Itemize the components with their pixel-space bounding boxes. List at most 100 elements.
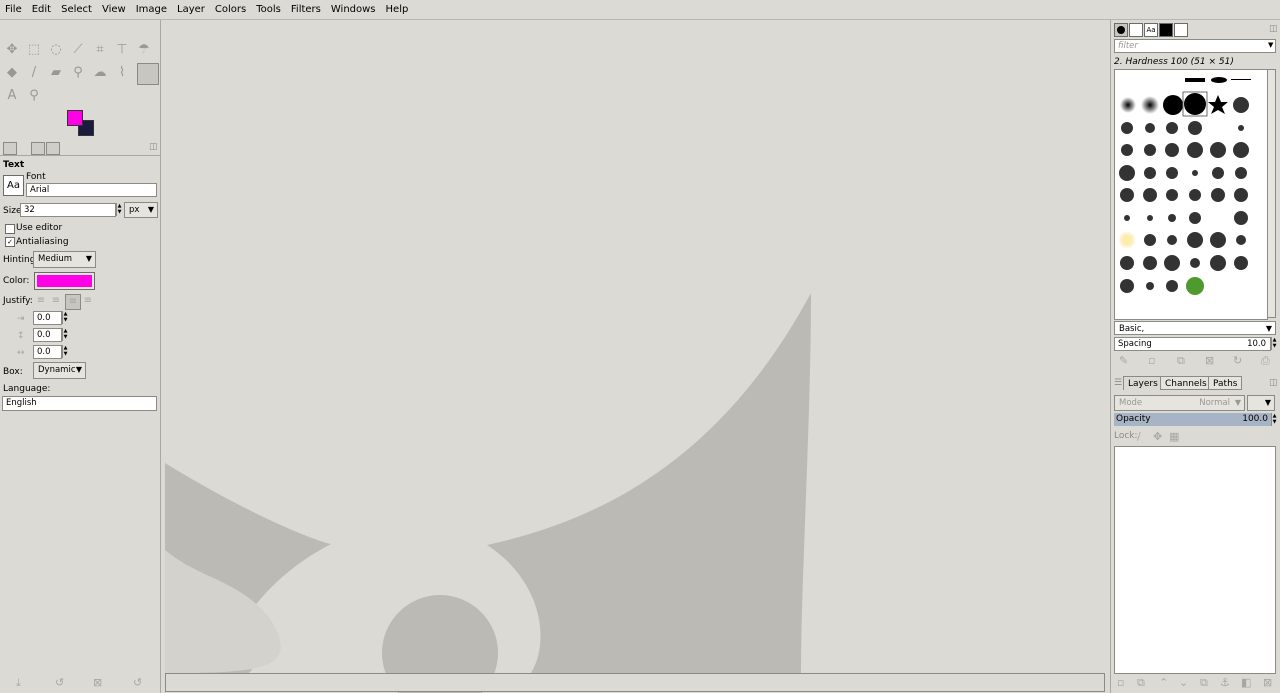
text-tool-icon[interactable] bbox=[137, 63, 159, 85]
menu-view[interactable]: View bbox=[97, 0, 131, 19]
size-stepper[interactable]: ▲ ▼ bbox=[116, 203, 122, 216]
menu-windows[interactable]: Windows bbox=[326, 0, 381, 19]
anchor-layer-icon[interactable]: ⚓ bbox=[1220, 676, 1230, 689]
justify-fill-icon[interactable]: ≡ bbox=[81, 294, 95, 308]
paths-tool-icon[interactable]: ⌇ bbox=[113, 64, 131, 82]
save-options-icon[interactable]: ⤓ bbox=[16, 676, 21, 690]
fuzzy-select-tool-icon[interactable]: ⟋ bbox=[69, 41, 87, 59]
tab-channels[interactable]: Channels bbox=[1160, 376, 1212, 390]
brushes-panel-menu-icon[interactable]: ◫ bbox=[1269, 24, 1278, 34]
tab-undo-history[interactable] bbox=[46, 142, 60, 155]
spacing-stepper[interactable]: ▲ ▼ bbox=[1271, 337, 1277, 350]
lower-layer-icon[interactable]: ⌄ bbox=[1179, 676, 1188, 689]
lock-alpha-icon[interactable]: ▦ bbox=[1169, 430, 1179, 443]
tab-layers[interactable]: Layers bbox=[1123, 376, 1163, 390]
tab-document-history[interactable] bbox=[1159, 23, 1173, 37]
menu-edit[interactable]: Edit bbox=[27, 0, 56, 19]
antialiasing-checkbox[interactable]: ✓ bbox=[5, 237, 15, 247]
right-dock: Aa ◫ filter ▼ 2. Hardness 100 (51 × 51) bbox=[1110, 20, 1280, 693]
letter-spacing-stepper[interactable]: ▲ ▼ bbox=[62, 345, 68, 358]
menu-image[interactable]: Image bbox=[131, 0, 172, 19]
eraser-tool-icon[interactable]: ▰ bbox=[47, 64, 65, 82]
box-select[interactable]: Dynamic ▼ bbox=[33, 362, 86, 379]
layer-mask-icon[interactable]: ◧ bbox=[1241, 676, 1251, 689]
font-preview-button[interactable]: Aa bbox=[3, 175, 24, 196]
restore-options-icon[interactable]: ↺ bbox=[55, 676, 64, 689]
justify-left-icon[interactable]: ≡ bbox=[34, 294, 48, 308]
delete-options-icon[interactable]: ⊠ bbox=[93, 676, 102, 689]
menu-colors[interactable]: Colors bbox=[210, 0, 251, 19]
rect-select-tool-icon[interactable]: ⬚ bbox=[25, 41, 43, 59]
new-layer-icon[interactable]: ▫ bbox=[1117, 676, 1124, 689]
brush-tag-input[interactable]: Basic, ▼ bbox=[1114, 321, 1276, 335]
size-input[interactable]: 32 bbox=[20, 203, 116, 217]
bucket-fill-tool-icon[interactable]: ◆ bbox=[3, 64, 21, 82]
menu-tools[interactable]: Tools bbox=[251, 0, 286, 19]
menu-filters[interactable]: Filters bbox=[286, 0, 326, 19]
layer-opacity-slider[interactable]: Opacity 100.0 bbox=[1114, 413, 1271, 426]
new-layer-group-icon[interactable]: ⧉ bbox=[1137, 676, 1145, 690]
color-picker-tool-icon[interactable]: A bbox=[3, 87, 21, 105]
menu-help[interactable]: Help bbox=[381, 0, 414, 19]
layer-composite-select[interactable]: ▼ bbox=[1247, 395, 1275, 411]
reset-options-icon[interactable]: ↺ bbox=[133, 676, 142, 689]
text-color-button[interactable] bbox=[34, 272, 95, 290]
duplicate-brush-icon[interactable]: ⧉ bbox=[1177, 354, 1185, 368]
filter-dropdown-icon[interactable]: ▼ bbox=[1268, 41, 1273, 49]
delete-layer-icon[interactable]: ⊠ bbox=[1263, 676, 1272, 689]
justify-right-icon[interactable]: ≡ bbox=[49, 294, 63, 308]
hinting-select[interactable]: Medium ▼ bbox=[33, 251, 96, 268]
layers-panel-close-icon[interactable]: ◫ bbox=[1269, 378, 1278, 388]
layer-mode-select[interactable]: Mode Normal ▼ bbox=[1114, 395, 1245, 411]
tab-brushes[interactable] bbox=[1114, 23, 1128, 37]
smudge-tool-icon[interactable]: ☁ bbox=[91, 64, 109, 82]
foreground-color-swatch[interactable] bbox=[67, 110, 83, 126]
menu-file[interactable]: File bbox=[0, 0, 27, 19]
crop-tool-icon[interactable]: ⌗ bbox=[91, 41, 109, 59]
edit-brush-icon[interactable]: ✎ bbox=[1119, 354, 1128, 367]
use-editor-checkbox[interactable] bbox=[5, 224, 15, 234]
tab-fonts[interactable]: Aa bbox=[1144, 23, 1158, 37]
duplicate-layer-icon[interactable]: ⧉ bbox=[1200, 676, 1208, 690]
language-input[interactable]: English bbox=[2, 396, 157, 411]
lock-position-icon[interactable]: ✥ bbox=[1153, 430, 1162, 443]
brush-grid-scrollbar[interactable] bbox=[1267, 69, 1276, 318]
layers-panel-menu-icon[interactable]: ☰ bbox=[1114, 378, 1122, 388]
brush-grid[interactable] bbox=[1114, 69, 1268, 320]
line-spacing-input[interactable]: 0.0 bbox=[33, 328, 62, 342]
warp-tool-icon[interactable]: ☂ bbox=[135, 41, 153, 59]
open-brush-as-image-icon[interactable]: ⎙ bbox=[1261, 354, 1270, 368]
zoom-tool-icon[interactable]: ⚲ bbox=[25, 87, 43, 105]
panel-menu-icon[interactable]: ◫ bbox=[149, 142, 158, 152]
line-spacing-stepper[interactable]: ▲ ▼ bbox=[62, 328, 68, 341]
tab-tool-options[interactable] bbox=[3, 142, 17, 155]
brush-filter-input[interactable]: filter bbox=[1114, 39, 1276, 53]
size-unit-select[interactable]: px ▼ bbox=[124, 202, 158, 218]
tab-device-status[interactable] bbox=[31, 142, 45, 155]
layers-list[interactable] bbox=[1114, 446, 1276, 674]
tab-patterns[interactable] bbox=[1129, 23, 1143, 37]
unified-transform-tool-icon[interactable]: ⊤ bbox=[113, 41, 131, 59]
paintbrush-tool-icon[interactable]: / bbox=[25, 64, 43, 82]
indent-input[interactable]: 0.0 bbox=[33, 311, 62, 325]
brush-spacing-slider[interactable]: Spacing 10.0 bbox=[1114, 337, 1271, 351]
image-canvas[interactable] bbox=[161, 20, 1110, 693]
selected-brush-label: 2. Hardness 100 (51 × 51) bbox=[1114, 57, 1234, 67]
delete-brush-icon[interactable]: ⊠ bbox=[1205, 354, 1214, 367]
refresh-brushes-icon[interactable]: ↻ bbox=[1233, 354, 1242, 367]
letter-spacing-input[interactable]: 0.0 bbox=[33, 345, 62, 359]
font-input[interactable]: Arial bbox=[26, 183, 157, 197]
justify-center-icon[interactable]: ≡ bbox=[65, 294, 81, 310]
new-brush-icon[interactable]: ▫ bbox=[1148, 354, 1155, 367]
tab-images[interactable] bbox=[1174, 23, 1188, 37]
menu-layer[interactable]: Layer bbox=[172, 0, 210, 19]
clone-tool-icon[interactable]: ⚲ bbox=[69, 64, 87, 82]
opacity-stepper[interactable]: ▲ ▼ bbox=[1271, 413, 1277, 426]
indent-stepper[interactable]: ▲ ▼ bbox=[62, 311, 68, 324]
lock-pixels-icon[interactable]: / bbox=[1137, 430, 1141, 443]
tab-paths[interactable]: Paths bbox=[1208, 376, 1243, 390]
move-tool-icon[interactable]: ✥ bbox=[3, 41, 21, 59]
lasso-tool-icon[interactable]: ◌ bbox=[47, 41, 65, 59]
menu-select[interactable]: Select bbox=[56, 0, 97, 19]
raise-layer-icon[interactable]: ⌃ bbox=[1159, 676, 1168, 689]
